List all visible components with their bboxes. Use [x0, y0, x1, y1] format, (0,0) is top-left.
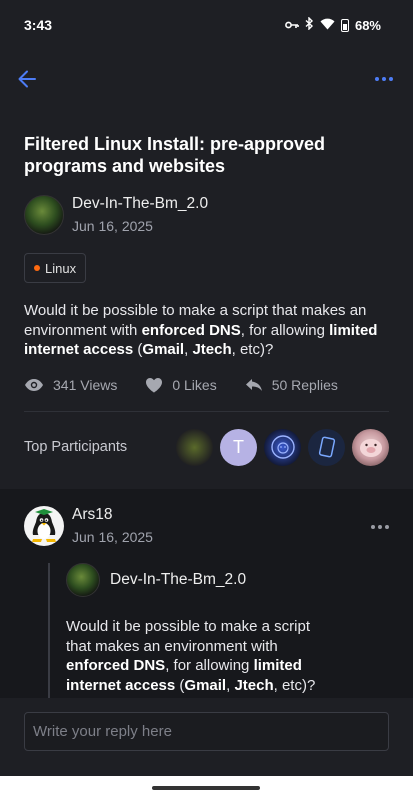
- tux-avatar[interactable]: [24, 506, 64, 546]
- likes-stat[interactable]: 0 Likes: [145, 377, 217, 393]
- quote-text: Would it be possible to make a script th…: [66, 618, 316, 694]
- phone-icon: [318, 436, 335, 458]
- eye-icon: [24, 378, 44, 392]
- quote-author-name[interactable]: Dev-In-The-Bm_2.0: [110, 571, 246, 589]
- reply-author-name[interactable]: Ars18: [72, 505, 153, 525]
- participants-label: Top Participants: [24, 439, 128, 455]
- reply-more-icon[interactable]: [371, 525, 389, 529]
- likes-count: 0 Likes: [172, 377, 217, 393]
- category-color-dot: [34, 265, 40, 271]
- home-gesture-handle[interactable]: [152, 786, 260, 790]
- reply-arrow-icon: [245, 378, 263, 392]
- quote-bar: [48, 563, 50, 698]
- participant-initial: T: [233, 436, 244, 457]
- author-meta: Dev-In-The-Bm_2.0 Jun 16, 2025: [72, 194, 208, 236]
- views-count: 341 Views: [53, 377, 118, 393]
- heart-icon: [145, 377, 163, 393]
- topic-stats: 341 Views 0 Likes 50 Replies: [24, 373, 389, 397]
- views-stat: 341 Views: [24, 377, 117, 393]
- participant-avatar[interactable]: T: [220, 428, 257, 466]
- reply-input[interactable]: [24, 712, 389, 751]
- system-nav-bar: [0, 776, 413, 800]
- category-label: Linux: [45, 260, 77, 276]
- wifi-icon: [320, 18, 335, 33]
- author-avatar[interactable]: [24, 195, 64, 235]
- category-tag[interactable]: Linux: [24, 253, 87, 283]
- participant-avatar[interactable]: [352, 428, 389, 466]
- back-arrow-icon[interactable]: [14, 62, 40, 96]
- participant-avatars: T: [176, 428, 389, 466]
- top-participants: Top Participants T: [24, 428, 389, 466]
- vpn-key-icon: [285, 18, 299, 33]
- reply-composer-bar: [0, 698, 413, 776]
- topic-title: Filtered Linux Install: pre-approved pro…: [24, 134, 326, 176]
- replies-stat[interactable]: 50 Replies: [245, 377, 338, 393]
- topic-body: Would it be possible to make a script th…: [24, 302, 378, 358]
- reply-meta: Ars18 Jun 16, 2025: [72, 505, 153, 547]
- post-date: Jun 16, 2025: [72, 218, 153, 234]
- reply-author[interactable]: Ars18 Jun 16, 2025: [24, 505, 153, 547]
- participant-avatar[interactable]: [264, 428, 301, 466]
- reply-date: Jun 16, 2025: [72, 529, 153, 545]
- tux-penguin-icon: [32, 509, 56, 542]
- bluetooth-icon: [305, 16, 314, 33]
- status-time: 3:43: [24, 17, 53, 33]
- participant-avatar[interactable]: [176, 428, 213, 466]
- more-options-icon[interactable]: [375, 62, 393, 96]
- top-bar: [0, 62, 413, 96]
- quote-avatar[interactable]: [66, 563, 100, 597]
- reply-post: Ars18 Jun 16, 2025 Dev-In-The-Bm_2.0 Wou…: [0, 489, 413, 698]
- battery-icon: [340, 18, 349, 32]
- battery-percent: 68%: [354, 17, 381, 33]
- author-name[interactable]: Dev-In-The-Bm_2.0: [72, 194, 208, 214]
- lion-icon: [270, 435, 295, 459]
- status-bar: 3:43 68%: [0, 0, 413, 50]
- participant-avatar[interactable]: [308, 428, 345, 466]
- quote-author[interactable]: Dev-In-The-Bm_2.0: [66, 563, 246, 597]
- topic-author[interactable]: Dev-In-The-Bm_2.0 Jun 16, 2025: [24, 194, 208, 236]
- pig-icon: [359, 439, 382, 457]
- replies-count: 50 Replies: [271, 377, 338, 393]
- stats-divider: [24, 411, 389, 412]
- status-icons: 68%: [285, 16, 381, 33]
